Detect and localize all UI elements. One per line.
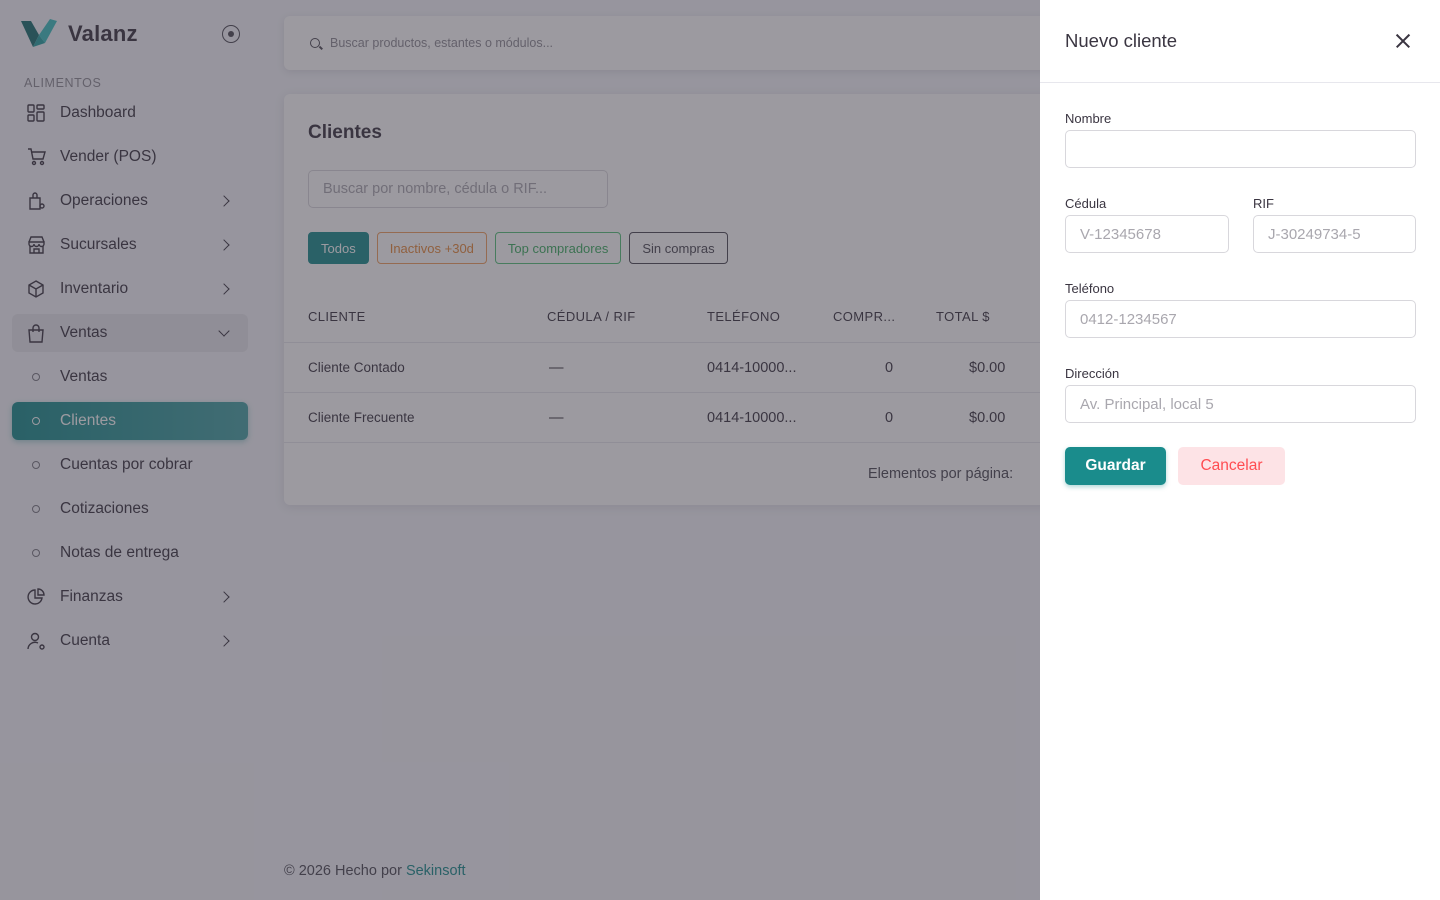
telefono-label: Teléfono xyxy=(1065,281,1115,296)
new-client-drawer: Nuevo cliente Nombre Cédula V-12345678 R… xyxy=(1040,0,1440,900)
cedula-label: Cédula xyxy=(1065,196,1107,211)
save-button[interactable]: Guardar xyxy=(1065,447,1166,485)
direccion-field[interactable]: Av. Principal, local 5 xyxy=(1065,385,1416,423)
close-icon[interactable] xyxy=(1391,29,1415,53)
direccion-label: Dirección xyxy=(1065,366,1120,381)
nombre-label: Nombre xyxy=(1065,111,1112,126)
cancel-button[interactable]: Cancelar xyxy=(1178,447,1285,485)
telefono-field[interactable]: 0412-1234567 xyxy=(1065,300,1416,338)
drawer-title: Nuevo cliente xyxy=(1065,30,1178,51)
rif-field[interactable]: J-30249734-5 xyxy=(1253,215,1416,253)
nombre-field[interactable] xyxy=(1065,130,1416,168)
drawer-header: Nuevo cliente xyxy=(1040,0,1440,83)
cedula-field[interactable]: V-12345678 xyxy=(1065,215,1229,253)
rif-label: RIF xyxy=(1253,196,1274,211)
